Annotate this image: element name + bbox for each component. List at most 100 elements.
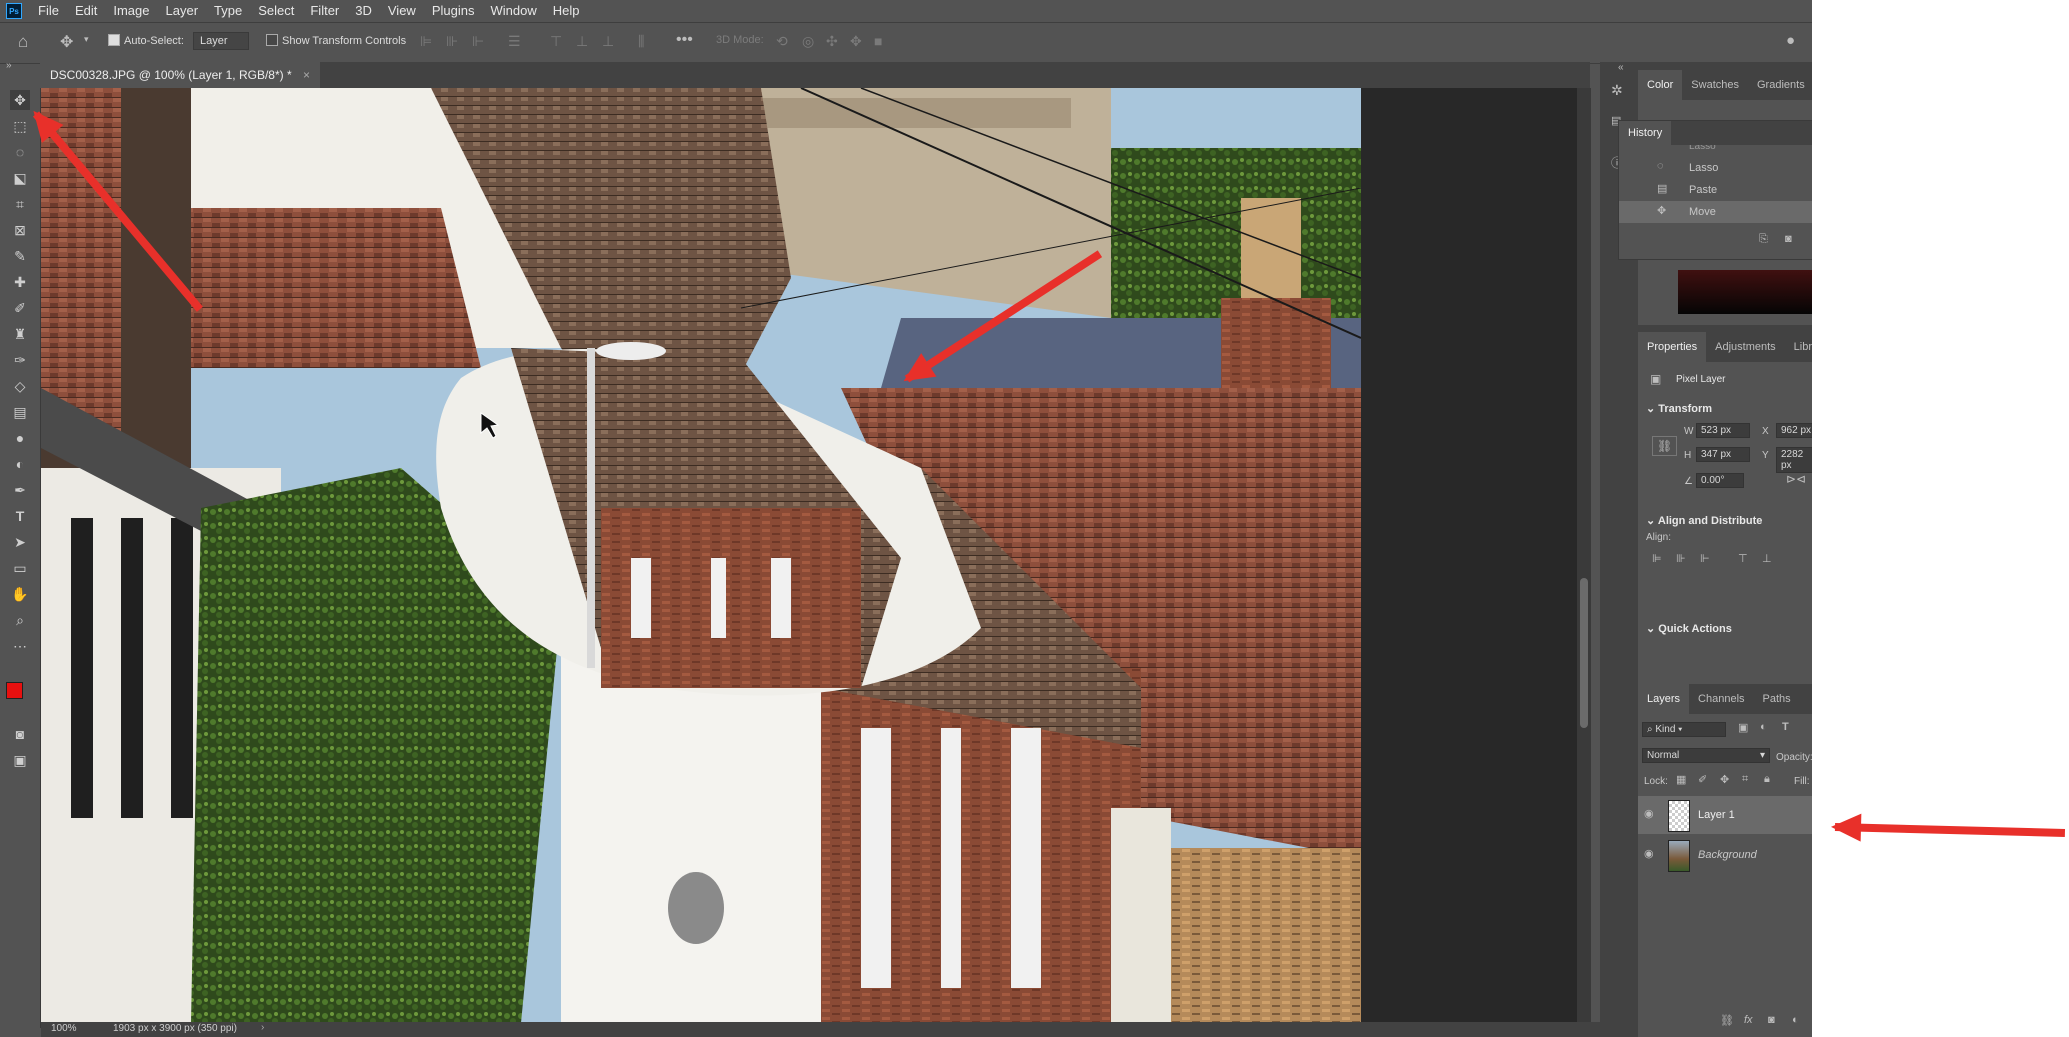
new-fill-layer-icon[interactable]: ◐	[1792, 1014, 1799, 1026]
tab-swatches[interactable]: Swatches	[1682, 70, 1748, 100]
eyedropper-tool-icon[interactable]: ✎	[10, 246, 30, 266]
tab-channels[interactable]: Channels	[1689, 684, 1753, 714]
auto-select-checkbox[interactable]: Auto-Select:	[108, 34, 184, 47]
zoom-tool-icon[interactable]: ⌕	[10, 610, 30, 630]
type-tool-icon[interactable]: T	[10, 506, 30, 526]
3d-pan-icon[interactable]: ✣	[826, 33, 838, 50]
tab-libraries[interactable]: Librar	[1785, 332, 1812, 362]
collapse-panels-icon[interactable]: «	[1618, 62, 1624, 73]
distribute-vertical-icon[interactable]: ⫼	[638, 33, 644, 50]
flip-horizontal-icon[interactable]: ⊳⊲	[1786, 472, 1806, 486]
frame-tool-icon[interactable]: ⊠	[10, 220, 30, 240]
document-tab[interactable]: DSC00328.JPG @ 100% (Layer 1, RGB/8*) * …	[40, 62, 320, 88]
menu-help[interactable]: Help	[545, 0, 588, 22]
menu-plugins[interactable]: Plugins	[424, 0, 483, 22]
color-spectrum[interactable]	[1678, 270, 1812, 314]
edit-toolbar-icon[interactable]: ⋯	[10, 636, 30, 656]
3d-slide-icon[interactable]: ✥	[850, 33, 862, 50]
lasso-tool-icon[interactable]: ◌	[10, 142, 30, 162]
lock-transparent-icon[interactable]: ▦	[1676, 773, 1686, 786]
menu-edit[interactable]: Edit	[67, 0, 105, 22]
foreground-color-swatch[interactable]	[6, 682, 23, 699]
filter-adjustment-icon[interactable]: ◐	[1760, 721, 1767, 733]
eye-visibility-icon[interactable]: ◉	[1644, 807, 1654, 820]
distribute-icon[interactable]: ☰	[508, 33, 521, 50]
clone-stamp-tool-icon[interactable]: ♜	[10, 324, 30, 344]
history-brush-tool-icon[interactable]: ✑	[10, 350, 30, 370]
crop-tool-icon[interactable]: ⌗	[10, 194, 30, 214]
layer-row-background[interactable]: ◉ Background	[1638, 836, 1812, 874]
history-item[interactable]: ✥ Move	[1619, 201, 1812, 223]
quick-actions-section[interactable]: ⌄ Quick Actions	[1646, 622, 1732, 635]
align-right-edges-icon[interactable]: ⊩	[1700, 552, 1710, 565]
blend-mode-dropdown[interactable]: Normal ▾	[1642, 748, 1770, 763]
eraser-tool-icon[interactable]: ◇	[10, 376, 30, 396]
color-panel-icon[interactable]: ✲	[1611, 82, 1623, 99]
align-top-icon[interactable]: ⊤	[550, 33, 562, 50]
menu-layer[interactable]: Layer	[158, 0, 207, 22]
status-menu-chevron-icon[interactable]: ›	[261, 1022, 264, 1033]
brush-tool-icon[interactable]: ✐	[10, 298, 30, 318]
tab-paths[interactable]: Paths	[1754, 684, 1800, 714]
lock-artboard-icon[interactable]: ⌗	[1742, 773, 1748, 786]
transform-section[interactable]: ⌄ Transform	[1646, 402, 1712, 415]
object-selection-tool-icon[interactable]: ⬕	[10, 168, 30, 188]
menu-view[interactable]: View	[380, 0, 424, 22]
menu-filter[interactable]: Filter	[302, 0, 347, 22]
lock-image-icon[interactable]: ✐	[1698, 773, 1707, 786]
collapse-toolbar-icon[interactable]: »	[6, 60, 12, 71]
dodge-tool-icon[interactable]: ◐	[10, 454, 30, 474]
screen-mode-icon[interactable]: ▣	[10, 750, 30, 770]
history-item-cut[interactable]: Lasso	[1619, 145, 1812, 155]
height-field[interactable]: 347 px	[1696, 447, 1750, 462]
pen-tool-icon[interactable]: ✒	[10, 480, 30, 500]
healing-brush-tool-icon[interactable]: ✚	[10, 272, 30, 292]
quick-mask-icon[interactable]: ◙	[10, 724, 30, 744]
layer-filter-dropdown[interactable]: ⌕ Kind ▾	[1642, 722, 1726, 737]
menu-window[interactable]: Window	[482, 0, 544, 22]
vertical-scrollbar[interactable]	[1577, 88, 1591, 1022]
scrollbar-thumb[interactable]	[1580, 578, 1588, 728]
tab-layers[interactable]: Layers	[1638, 684, 1690, 714]
link-icon[interactable]: ⛓	[1652, 436, 1678, 456]
3d-roll-icon[interactable]: ◎	[802, 33, 814, 50]
menu-select[interactable]: Select	[250, 0, 302, 22]
filter-type-icon[interactable]: T	[1782, 721, 1789, 733]
show-transform-controls-checkbox[interactable]: Show Transform Controls	[266, 34, 406, 47]
menu-file[interactable]: File	[30, 0, 67, 22]
new-document-from-state-icon[interactable]: ⎘	[1759, 233, 1768, 246]
eye-visibility-icon[interactable]: ◉	[1644, 847, 1654, 860]
history-item[interactable]: ▤ Paste	[1619, 179, 1812, 201]
layer-name[interactable]: Layer 1	[1698, 809, 1735, 821]
rectangle-tool-icon[interactable]: ▭	[10, 558, 30, 578]
blur-tool-icon[interactable]: ●	[10, 428, 30, 448]
menu-type[interactable]: Type	[206, 0, 250, 22]
add-mask-icon[interactable]: ◙	[1768, 1014, 1775, 1026]
menu-3d[interactable]: 3D	[347, 0, 380, 22]
align-center-icon[interactable]: ⊪	[446, 33, 458, 50]
path-selection-tool-icon[interactable]: ➤	[10, 532, 30, 552]
3d-camera-icon[interactable]: ■	[874, 33, 882, 49]
gradient-tool-icon[interactable]: ▤	[10, 402, 30, 422]
zoom-level[interactable]: 100%	[51, 1023, 77, 1034]
layer-effects-icon[interactable]: fx	[1744, 1014, 1753, 1026]
lock-position-icon[interactable]: ✥	[1720, 773, 1729, 786]
layer-row-layer-1[interactable]: ◉ Layer 1	[1638, 796, 1812, 834]
move-tool-icon[interactable]: ✥	[10, 90, 30, 110]
align-top-edges-icon[interactable]: ⊤	[1738, 552, 1748, 565]
align-middle-icon[interactable]: ⊥	[576, 33, 588, 50]
history-item[interactable]: ◌ Lasso	[1619, 157, 1812, 179]
document-image[interactable]	[41, 88, 1361, 1023]
more-options-icon[interactable]: •••	[676, 31, 693, 49]
snapshot-icon[interactable]: ◙	[1785, 233, 1792, 245]
tab-adjustments[interactable]: Adjustments	[1706, 332, 1785, 362]
tab-history[interactable]: History	[1619, 121, 1672, 145]
menu-image[interactable]: Image	[105, 0, 157, 22]
align-horizontal-centers-icon[interactable]: ⊪	[1676, 552, 1686, 565]
y-field[interactable]: 2282 px	[1776, 447, 1812, 473]
lock-all-icon[interactable]: 🔒︎	[1764, 773, 1770, 786]
tab-color[interactable]: Color	[1638, 70, 1683, 100]
auto-select-dropdown[interactable]: Layer	[193, 32, 249, 50]
align-right-icon[interactable]: ⊩	[472, 33, 484, 50]
x-field[interactable]: 962 px	[1776, 423, 1812, 438]
